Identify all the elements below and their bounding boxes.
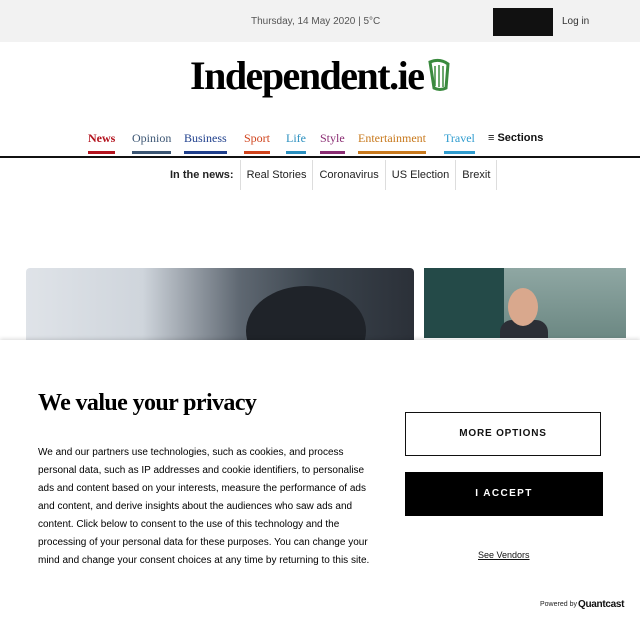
in-the-news-label[interactable]: In the news: [164,160,241,190]
nav-item-entertainment[interactable]: Entertainment [358,122,426,154]
nav-item-news[interactable]: News [88,122,116,154]
hero-image[interactable] [26,268,414,348]
site-logo[interactable]: Independent.ie [190,52,458,98]
subscribe-button[interactable] [493,8,553,36]
story-thumbnail-image[interactable] [424,268,626,338]
nav-item-business[interactable]: Business [184,122,227,154]
see-vendors-link[interactable]: See Vendors [478,550,530,560]
in-the-news-real-stories[interactable]: Real Stories [241,160,314,190]
nav-item-style[interactable]: Style [320,122,345,154]
nav-item-sport[interactable]: Sport [244,122,271,154]
accept-button[interactable]: I ACCEPT [405,472,603,516]
thumbnail-background [424,268,504,338]
in-the-news-coronavirus[interactable]: Coronavirus [313,160,386,190]
top-bar: Thursday, 14 May 2020 | 5°C Log in [0,0,640,42]
harp-icon [427,58,450,91]
privacy-consent-dialog: We value your privacy We and our partner… [0,340,640,640]
in-the-news-brexit[interactable]: Brexit [456,160,498,190]
nav-item-life[interactable]: Life [286,122,306,154]
login-link[interactable]: Log in [562,16,589,27]
sections-menu-button[interactable]: ≡ Sections [488,122,543,154]
main-nav: News Opinion Business Sport Life Style E… [88,122,558,154]
logo-wordmark: Independent.ie [190,52,425,98]
date-weather: Thursday, 14 May 2020 | 5°C [251,16,381,27]
consent-title: We value your privacy [38,390,257,416]
in-the-news-bar: In the news: Real Stories Coronavirus US… [164,160,498,190]
powered-by-label: Powered by [540,601,577,608]
nav-item-travel[interactable]: Travel [444,122,475,154]
in-the-news-us-election[interactable]: US Election [386,160,457,190]
nav-item-opinion[interactable]: Opinion [132,122,172,154]
nav-divider [0,156,640,158]
consent-body-text: We and our partners use technologies, su… [38,447,370,566]
quantcast-logo-link[interactable]: Quantcast [578,599,625,610]
more-options-button[interactable]: MORE OPTIONS [405,412,601,456]
thumbnail-person-face [508,288,538,326]
hero-person-silhouette [246,286,366,348]
